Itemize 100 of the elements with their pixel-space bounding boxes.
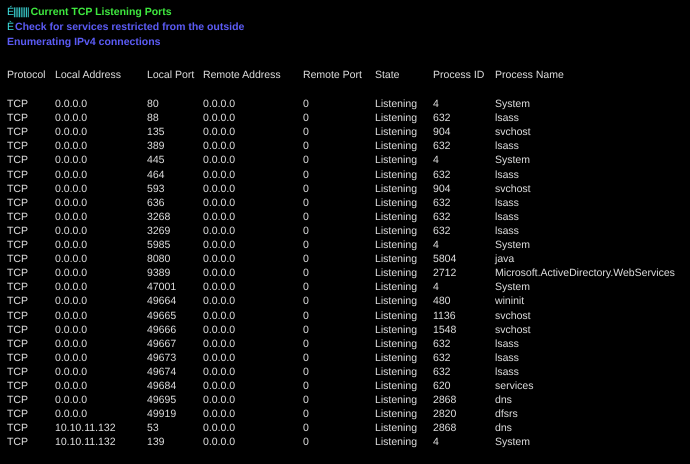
table-cell-text: 0.0.0.0 [55, 153, 88, 168]
table-cell-text: 0.0.0.0 [203, 378, 236, 394]
table-cell-text: Listening [375, 153, 418, 168]
table-cell-text: 0.0.0.0 [55, 182, 88, 196]
column-header: Remote Port [303, 68, 363, 82]
table-cell-text: 3269 [147, 224, 172, 238]
table-cell-text: 0.0.0.0 [203, 97, 236, 112]
table-cell-text: 3268 [147, 210, 172, 224]
table-cell-text: 0.0.0.0 [55, 111, 88, 126]
table-cell-text: 0.0.0.0 [55, 322, 88, 337]
table-cell-text: 0.0.0.0 [203, 364, 236, 379]
table-cell-text: 0.0.0.0 [203, 336, 236, 351]
table-cell-text: 0 [303, 336, 310, 351]
table-cell-text: TCP [7, 182, 29, 196]
table-cell-text: 88 [147, 111, 160, 126]
table-cell-text: 0.0.0.0 [55, 139, 88, 154]
table-cell-text: 0.0.0.0 [203, 308, 236, 323]
table-cell-text: TCP [7, 435, 29, 450]
section-heading: Enumerating IPv4 connections [7, 36, 160, 48]
table-cell-text: 0.0.0.0 [203, 139, 236, 154]
table-cell-text: TCP [7, 224, 29, 238]
table-cell-text: services [495, 378, 535, 394]
table-cell-text: lsass [495, 196, 520, 210]
table-cell-text: TCP [7, 308, 29, 323]
table-cell-text: Listening [375, 435, 418, 450]
table-cell-text: Listening [375, 378, 418, 394]
table-cell-text: 0.0.0.0 [203, 322, 236, 337]
table-cell-text: TCP [7, 322, 29, 337]
table-cell-text: 80 [147, 97, 160, 112]
table-cell-text: 53 [147, 421, 160, 436]
table-cell-text: 2820 [433, 407, 458, 422]
table-cell-text: 0 [303, 294, 310, 308]
table-cell-text: 620 [433, 378, 452, 394]
table-cell-text: 0.0.0.0 [55, 125, 88, 140]
table-cell-text: Listening [375, 266, 418, 280]
table-cell-text: 47001 [147, 280, 178, 294]
column-header: Local Port [147, 68, 196, 82]
table-cell-text: TCP [7, 125, 29, 140]
table-cell-text: 5985 [147, 238, 172, 252]
table-cell-text: 0.0.0.0 [55, 336, 88, 351]
table-cell-text: 0.0.0.0 [55, 168, 88, 182]
table-cell-text: lsass [495, 224, 520, 238]
table-cell-text: 49665 [147, 308, 178, 323]
table-cell-text: 0.0.0.0 [55, 393, 88, 408]
table-cell-text: lsass [495, 168, 520, 182]
table-cell-text: 1548 [433, 322, 458, 337]
table-cell-text: 632 [433, 168, 452, 182]
table-cell-text: 480 [433, 294, 452, 308]
table-cell-text: TCP [7, 139, 29, 154]
table-cell-text: 0 [303, 139, 310, 154]
table-cell-text: svchost [495, 182, 532, 196]
table-cell-text: 0.0.0.0 [203, 168, 236, 182]
table-cell-text: 0 [303, 125, 310, 140]
table-cell-text: 49666 [147, 322, 178, 337]
table-cell-text: TCP [7, 111, 29, 126]
table-cell-text: 0.0.0.0 [55, 407, 88, 422]
table-cell-text: 0.0.0.0 [203, 238, 236, 252]
table-cell-text: 0.0.0.0 [55, 210, 88, 224]
table-cell-text: TCP [7, 238, 29, 252]
table-cell-text: Listening [375, 168, 418, 182]
table-cell-text: 632 [433, 196, 452, 210]
table-cell-text: TCP [7, 280, 29, 294]
table-cell-text: 4 [433, 153, 440, 168]
table-cell-text: 0 [303, 196, 310, 210]
table-cell-text: svchost [495, 308, 532, 323]
table-cell-text: System [495, 280, 532, 294]
table-cell-text: svchost [495, 322, 532, 337]
table-cell-text: 4 [433, 435, 440, 450]
column-header: State [375, 68, 401, 82]
table-cell-text: 10.10.11.132 [55, 435, 117, 450]
table-cell-text: TCP [7, 393, 29, 408]
table-cell-text: 0.0.0.0 [55, 266, 88, 280]
table-cell-text: Listening [375, 350, 418, 365]
table-cell-text: 632 [433, 111, 452, 126]
table-cell-text: 0.0.0.0 [203, 280, 236, 294]
table-cell-text: svchost [495, 125, 532, 140]
table-cell-text: Listening [375, 336, 418, 351]
table-cell-text: 904 [433, 182, 452, 196]
table-cell-text: 0.0.0.0 [203, 224, 236, 238]
table-cell-text: 632 [433, 224, 452, 238]
table-cell-text: 0.0.0.0 [55, 238, 88, 252]
table-cell-text: Listening [375, 111, 418, 126]
table-cell-text: 0.0.0.0 [203, 125, 236, 140]
table-cell-text: Listening [375, 393, 418, 408]
table-cell-text: 2712 [433, 266, 458, 280]
table-cell-text: lsass [495, 336, 520, 351]
table-cell-text: 10.10.11.132 [55, 421, 117, 436]
line-prefix: É||||||||| [7, 6, 29, 18]
table-cell-text: Listening [375, 210, 418, 224]
table-cell-text: TCP [7, 153, 29, 168]
table-cell-text: 0.0.0.0 [203, 435, 236, 450]
table-cell-text: 0 [303, 266, 310, 280]
table-cell-text: 0 [303, 407, 310, 422]
table-cell-text: 632 [433, 336, 452, 351]
table-cell-text: 49919 [147, 407, 178, 422]
table-cell-text: TCP [7, 350, 29, 365]
table-cell-text: 0.0.0.0 [55, 378, 88, 394]
table-cell-text: 1136 [433, 308, 457, 323]
table-cell-text: 0.0.0.0 [203, 350, 236, 365]
table-cell-text: 49684 [147, 378, 178, 394]
